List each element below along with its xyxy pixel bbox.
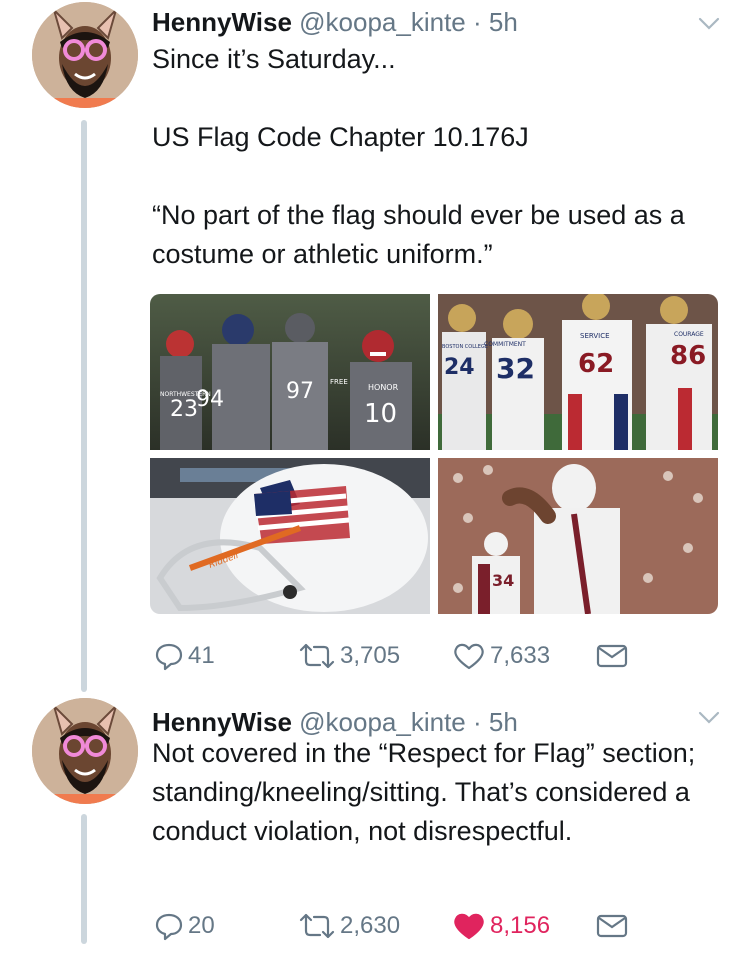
tweet-header: HennyWise @koopa_kinte · 5h: [152, 6, 690, 38]
media-image-northwestern[interactable]: 23 94 97 10 NORTHWESTERN FREE HONOR: [150, 294, 430, 450]
thread-line: [81, 814, 87, 944]
jersey-label: SERVICE: [580, 332, 610, 340]
tweet-actions: 41 3,705 7,633: [150, 636, 650, 676]
tweet-text: Not covered in the “Respect for Flag” se…: [152, 738, 703, 846]
separator: ·: [473, 707, 482, 737]
chevron-down-icon[interactable]: [696, 704, 722, 730]
heart-filled-icon: [454, 913, 484, 940]
tweet[interactable]: HennyWise @koopa_kinte · 5h Since it’s S…: [0, 0, 750, 692]
jersey-label: NORTHWESTERN: [160, 391, 211, 398]
tweet-actions: 20 2,630 8,156: [150, 906, 650, 946]
display-name[interactable]: HennyWise: [152, 7, 292, 37]
helmet-brand: Riddell: [208, 551, 241, 571]
media-image-unc-helmet[interactable]: Riddell: [150, 458, 430, 614]
handle[interactable]: @koopa_kinte: [299, 707, 466, 737]
reply-button[interactable]: 41: [154, 636, 215, 676]
like-button[interactable]: 7,633: [452, 636, 550, 676]
retweet-button[interactable]: 3,705: [298, 636, 400, 676]
retweet-button[interactable]: 2,630: [298, 906, 400, 946]
direct-message-button[interactable]: [596, 636, 628, 676]
media-image-virginia-tech[interactable]: 34: [438, 458, 718, 614]
chevron-down-icon[interactable]: [696, 10, 722, 36]
tweet-text: Since it’s Saturday... US Flag Code Chap…: [152, 44, 685, 269]
timestamp[interactable]: 5h: [489, 707, 518, 737]
display-name[interactable]: HennyWise: [152, 707, 292, 737]
reply-count: 41: [188, 642, 215, 669]
jersey-number: 23: [170, 397, 198, 422]
like-count: 7,633: [490, 642, 551, 669]
jersey-label: HONOR: [368, 383, 399, 392]
handle[interactable]: @koopa_kinte: [299, 7, 466, 37]
jersey-label: BOSTON COLLEGE: [442, 344, 488, 350]
jersey-number: 62: [578, 349, 614, 379]
retweet-count: 2,630: [340, 912, 401, 939]
media-image-boston-college[interactable]: 24 32 62 86 BOSTON COLLEGE COMMITMENT SE…: [438, 294, 718, 450]
retweet-count: 3,705: [340, 642, 401, 669]
jersey-number: 97: [286, 379, 314, 404]
reply-button[interactable]: 20: [154, 906, 215, 946]
reply-icon: [155, 643, 183, 671]
avatar[interactable]: [32, 698, 138, 804]
retweet-icon: [299, 643, 335, 669]
jersey-label: COURAGE: [674, 331, 704, 338]
reply-icon: [155, 913, 183, 941]
jersey-number: 34: [492, 571, 514, 590]
timestamp[interactable]: 5h: [489, 7, 518, 37]
like-count: 8,156: [490, 912, 551, 939]
separator: ·: [473, 7, 482, 37]
jersey-label: COMMITMENT: [484, 341, 526, 348]
jersey-number: 10: [364, 399, 397, 429]
tweet[interactable]: HennyWise @koopa_kinte · 5h Not covered …: [0, 690, 750, 954]
heart-icon: [454, 643, 484, 670]
envelope-icon: [596, 914, 628, 938]
thread-line: [81, 120, 87, 692]
avatar[interactable]: [32, 2, 138, 108]
media-grid[interactable]: 23 94 97 10 NORTHWESTERN FREE HONOR 24 3…: [150, 294, 718, 614]
reply-count: 20: [188, 912, 215, 939]
retweet-icon: [299, 913, 335, 939]
jersey-label: FREE: [330, 378, 348, 386]
jersey-number: 24: [444, 355, 475, 380]
jersey-number: 86: [670, 341, 706, 371]
envelope-icon: [596, 644, 628, 668]
direct-message-button[interactable]: [596, 906, 628, 946]
like-button[interactable]: 8,156: [452, 906, 550, 946]
jersey-number: 32: [496, 352, 535, 385]
